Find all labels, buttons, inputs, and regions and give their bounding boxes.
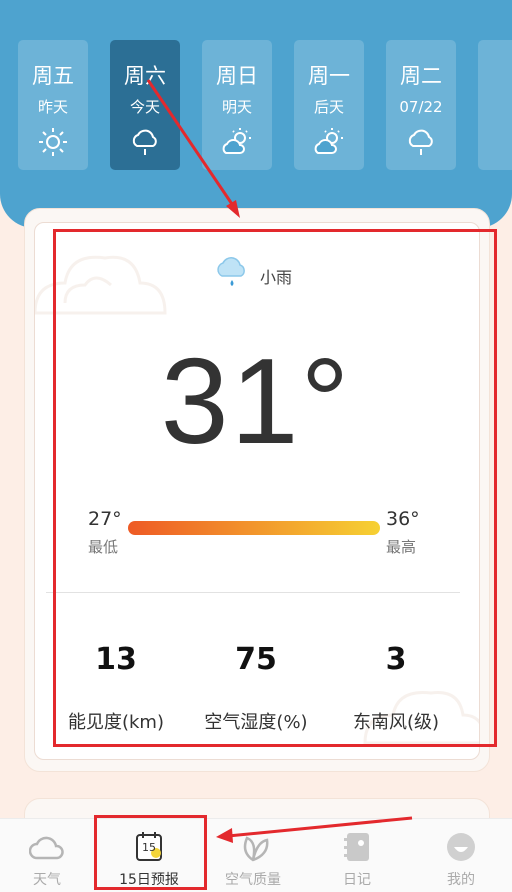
annotation-arrows — [146, 79, 413, 843]
screen: 周五 昨天 周六 今天 周日 明天 周一 后天 周二 07/22 小雨 31° … — [0, 0, 512, 892]
